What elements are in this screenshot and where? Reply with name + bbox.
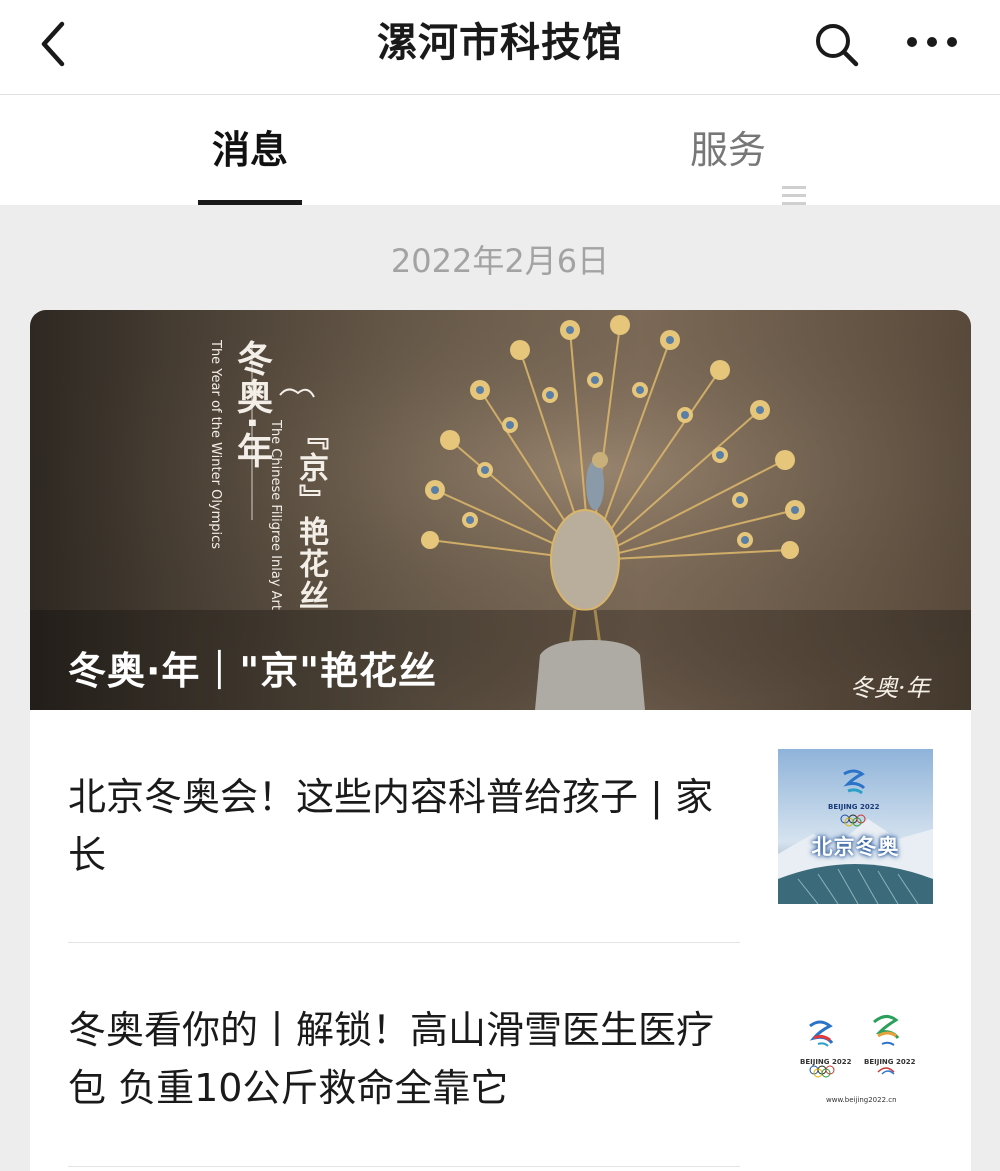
tab-messages[interactable]: 消息	[198, 95, 302, 205]
article-thumbnail: BEIJING 2022 北京冬奥	[778, 749, 933, 904]
thumb-caption: 北京冬奥	[811, 835, 900, 859]
more-dots-icon[interactable]	[902, 18, 962, 70]
article-title: 冬奥看你的丨解锁！高山滑雪医生医疗包 负重10公斤救命全靠它	[68, 1008, 715, 1110]
tab-services[interactable]: 服务	[690, 95, 820, 205]
tab-active-indicator	[198, 200, 302, 205]
tab-services-label: 服务	[690, 128, 767, 172]
cover-side-subtitle: 『京』艳花丝	[293, 420, 328, 612]
cover-side-subtitle-en: The Chinese Filigree Inlay Art	[268, 420, 283, 610]
article-item[interactable]: 冬奥看你的丨解锁！高山滑雪医生医疗包 负重10公斤救命全靠它 BEIJING 2…	[30, 943, 971, 1171]
article-title: 北京冬奥会！这些内容科普给孩子 | 家长	[68, 775, 713, 877]
tab-messages-label: 消息	[211, 128, 288, 172]
menu-lines-icon	[782, 139, 806, 249]
cover-signature: 冬奥·年	[850, 674, 930, 702]
beijing-2022-emblems-image	[778, 978, 933, 1133]
thumb-logo-right-text: BEIJING 2022	[864, 1058, 916, 1066]
chevron-left-icon[interactable]	[30, 18, 82, 70]
beijing-2022-thumbnail-image	[778, 749, 933, 904]
article-divider	[68, 1166, 740, 1167]
cover-side-title-en: The Year of the Winter Olympics	[208, 340, 223, 550]
thumb-logo-text: BEIJING 2022	[828, 803, 880, 811]
article-thumbnail: BEIJING 2022 BEIJING 2022 www.beijing202…	[778, 978, 933, 1133]
message-date: 2022年2月6日	[390, 242, 610, 280]
article-card: 冬奥·年 The Year of the Winter Olympics 『京』…	[30, 310, 971, 1171]
thumb-logo-left-text: BEIJING 2022	[800, 1058, 852, 1066]
article-item[interactable]: 北京冬奥会！这些内容科普给孩子 | 家长 BEIJING 2022 北京冬奥	[30, 710, 971, 942]
search-icon[interactable]	[810, 18, 862, 70]
cover-article[interactable]: 冬奥·年 The Year of the Winter Olympics 『京』…	[30, 310, 971, 710]
top-bar: 漯河市科技馆	[0, 0, 1000, 95]
cover-headline: 冬奥·年｜"京"艳花丝	[68, 649, 438, 693]
tab-bar: 消息 服务	[0, 95, 1000, 205]
thumb-url-text: www.beijing2022.cn	[826, 1096, 897, 1104]
